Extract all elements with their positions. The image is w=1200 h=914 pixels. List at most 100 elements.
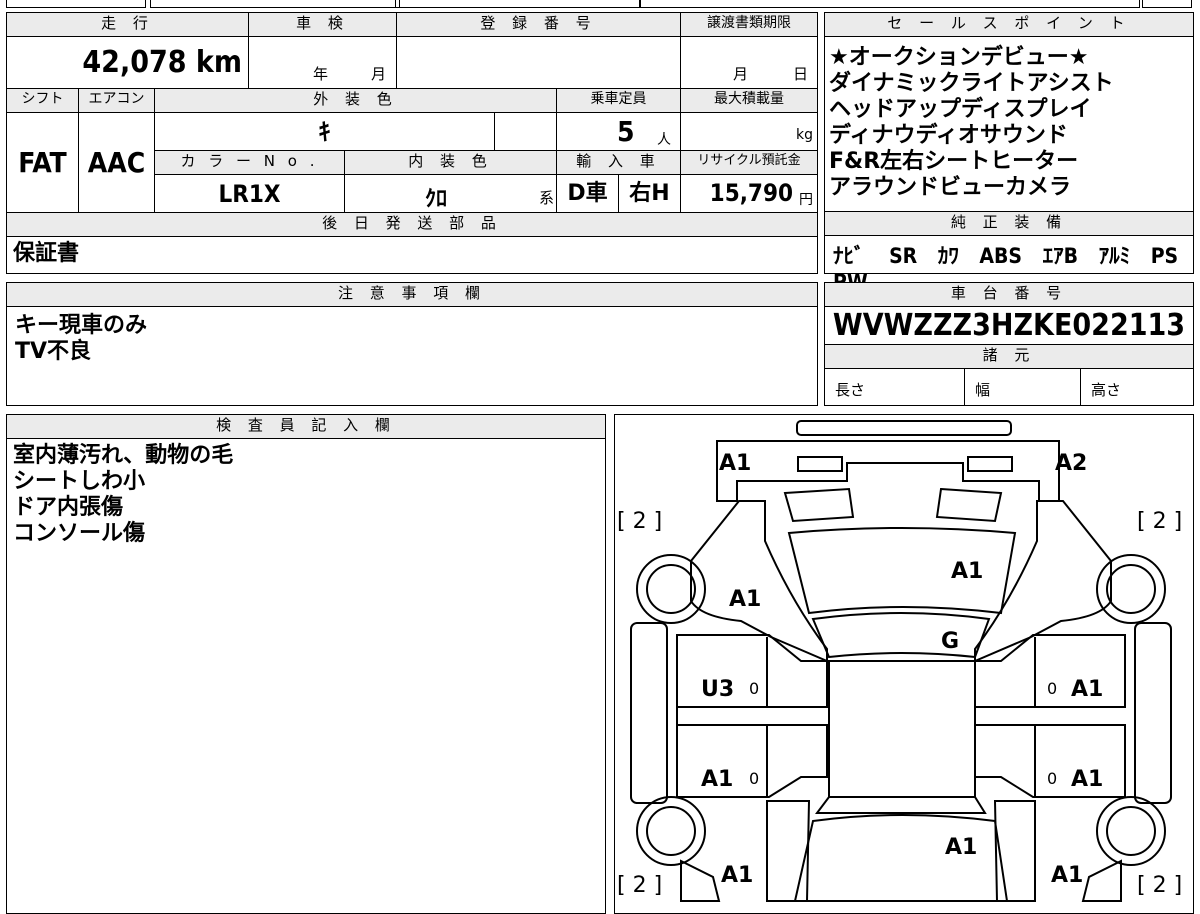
inspector-line: シートしわ小: [13, 469, 146, 494]
interior-header: 内 装 色: [345, 151, 557, 175]
tyre-tread-bl: 2: [632, 873, 647, 898]
mark-rear-right: A1: [1051, 863, 1084, 888]
handle-mark-fl: 0: [749, 679, 760, 698]
equipment-item: SR: [889, 244, 918, 268]
spec-width: 幅: [965, 369, 1081, 405]
recycle-unit: 円: [799, 192, 813, 208]
colorno-value: LR1X: [155, 175, 345, 213]
note-line: キー現車のみ: [15, 313, 148, 338]
mileage-header: 走 行: [7, 13, 249, 37]
vehicle-info-table: 走 行 車 検 登 録 番 号 譲渡書類期限 42,078 km 年 月 月 日…: [6, 12, 818, 274]
mark-fender-left: A1: [729, 587, 762, 612]
specs-header: 諸 元: [825, 345, 1193, 369]
recycle-cell: 15,790 円: [681, 175, 817, 213]
tyre-bracket-bl: [ 2 ]: [617, 873, 663, 898]
import-value-2: 右H: [619, 175, 681, 213]
ac-header: エアコン: [79, 89, 155, 113]
equipment-item: ｶﾜ: [937, 244, 959, 268]
colorno-header: カ ラ ー N o .: [155, 151, 345, 175]
mark-hood: A1: [951, 559, 984, 584]
sales-point: ★オークションデビュー★: [829, 45, 1089, 70]
sales-points-list: ★オークションデビュー★ ダイナミックライトアシスト ヘッドアップディスプレイ …: [829, 45, 1114, 201]
mark-door-rr: A1: [1071, 767, 1104, 792]
inspection-year-unit: 年: [313, 65, 329, 83]
tyre-bracket-tr: [ 2 ]: [1137, 509, 1183, 534]
mark-roof-rear: A1: [945, 835, 978, 860]
transfer-day-unit: 日: [793, 65, 809, 83]
transfer-month-unit: 月: [733, 65, 749, 83]
chassis-number: WVWZZZ3HZKE022113: [825, 307, 1193, 345]
ac-value: AAC: [79, 113, 155, 213]
tyre-tread-tr: 2: [1152, 509, 1167, 534]
parts-value: 保証書: [13, 241, 80, 266]
spec-height-label: 高さ: [1091, 381, 1122, 399]
shift-header: シフト: [7, 89, 79, 113]
transfer-header: 譲渡書類期限: [681, 13, 817, 37]
registration-value-cell: [397, 37, 681, 89]
notes-header: 注 意 事 項 欄: [7, 283, 817, 307]
spec-height: 高さ: [1081, 369, 1193, 405]
sales-points-box: セ ー ル ス ポ イ ン ト ★オークションデビュー★ ダイナミックライトアシ…: [824, 12, 1194, 212]
handle-mark-rl: 0: [749, 769, 760, 788]
interior-value: ｸﾛ: [425, 187, 448, 212]
chassis-header: 車 台 番 号: [825, 283, 1193, 307]
mark-windshield: G: [941, 629, 960, 654]
transfer-value-cell: 月 日: [681, 37, 817, 89]
maxload-cell: kg: [681, 113, 817, 151]
exterior-value: ｷ: [155, 113, 495, 151]
capacity-value: 5: [617, 115, 635, 148]
capacity-unit: 人: [657, 132, 671, 148]
mark-door-fr: A1: [1071, 677, 1104, 702]
top-strip: [0, 0, 1200, 8]
mark-front-right: A2: [1055, 451, 1088, 476]
sales-point: ダイナミックライトアシスト: [829, 71, 1114, 96]
mileage-value: 42,078 km: [7, 37, 249, 89]
inspection-header: 車 検: [249, 13, 397, 37]
tyre-bracket-tl: [ 2 ]: [617, 509, 663, 534]
equipment-item: ｴｱB: [1042, 244, 1079, 268]
spec-width-label: 幅: [975, 381, 991, 399]
maxload-unit: kg: [796, 127, 813, 143]
interior-suffix: 系: [538, 189, 554, 207]
inspection-value-cell: 年 月: [249, 37, 397, 89]
spec-length-label: 長さ: [835, 381, 866, 399]
interior-cell: ｸﾛ 系: [345, 175, 557, 213]
recycle-header: リサイクル預託金: [681, 151, 817, 175]
shift-value: FAT: [7, 113, 79, 213]
car-diagram: [630, 420, 1172, 902]
sales-point: F&R左右シートヒーター: [829, 149, 1079, 174]
notes-lines: キー現車のみ TV不良: [15, 313, 147, 365]
notes-box: 注 意 事 項 欄 キー現車のみ TV不良: [6, 282, 818, 406]
maxload-header: 最大積載量: [681, 89, 817, 113]
inspection-month-unit: 月: [371, 65, 387, 83]
tyre-tread-tl: 2: [632, 509, 647, 534]
handle-mark-rr: 0: [1047, 769, 1058, 788]
equipment-item: PS: [1150, 244, 1179, 268]
equipment-item: ABS: [979, 244, 1023, 268]
mark-front-left: A1: [719, 451, 752, 476]
note-line: TV不良: [15, 339, 92, 364]
chassis-box: 車 台 番 号 WVWZZZ3HZKE022113 諸 元 長さ 幅 高さ: [824, 282, 1194, 406]
tyre-tread-br: 2: [1152, 873, 1167, 898]
parts-header: 後 日 発 送 部 品: [7, 213, 817, 237]
mark-door-fl: U3: [701, 677, 735, 702]
sales-point: ヘッドアップディスプレイ: [829, 97, 1092, 122]
tyre-bracket-br: [ 2 ]: [1137, 873, 1183, 898]
inspector-line: ドア内張傷: [13, 495, 124, 520]
registration-header: 登 録 番 号: [397, 13, 681, 37]
equipment-item: ﾅﾋﾞ: [833, 244, 865, 268]
sales-point: アラウンドビューカメラ: [829, 175, 1072, 200]
recycle-value: 15,790: [709, 179, 793, 207]
car-diagram-box: [ 2 ] [ 2 ] [ 2 ] [ 2 ] A1 A2 A1 A1 G U3…: [614, 414, 1194, 914]
inspector-line: コンソール傷: [13, 521, 146, 546]
handle-mark-fr: 0: [1047, 679, 1058, 698]
import-value-1: D車: [557, 175, 619, 213]
inspector-line: 室内薄汚れ、動物の毛: [13, 443, 234, 468]
equipment-item: ｱﾙﾐ: [1098, 244, 1131, 268]
spec-length: 長さ: [825, 369, 965, 405]
capacity-header: 乗車定員: [557, 89, 681, 113]
mark-rear-left: A1: [721, 863, 754, 888]
exterior-extra-cell: [495, 113, 557, 151]
mark-door-rl: A1: [701, 767, 734, 792]
inspector-box: 検 査 員 記 入 欄 室内薄汚れ、動物の毛 シートしわ小 ドア内張傷 コンソー…: [6, 414, 606, 914]
